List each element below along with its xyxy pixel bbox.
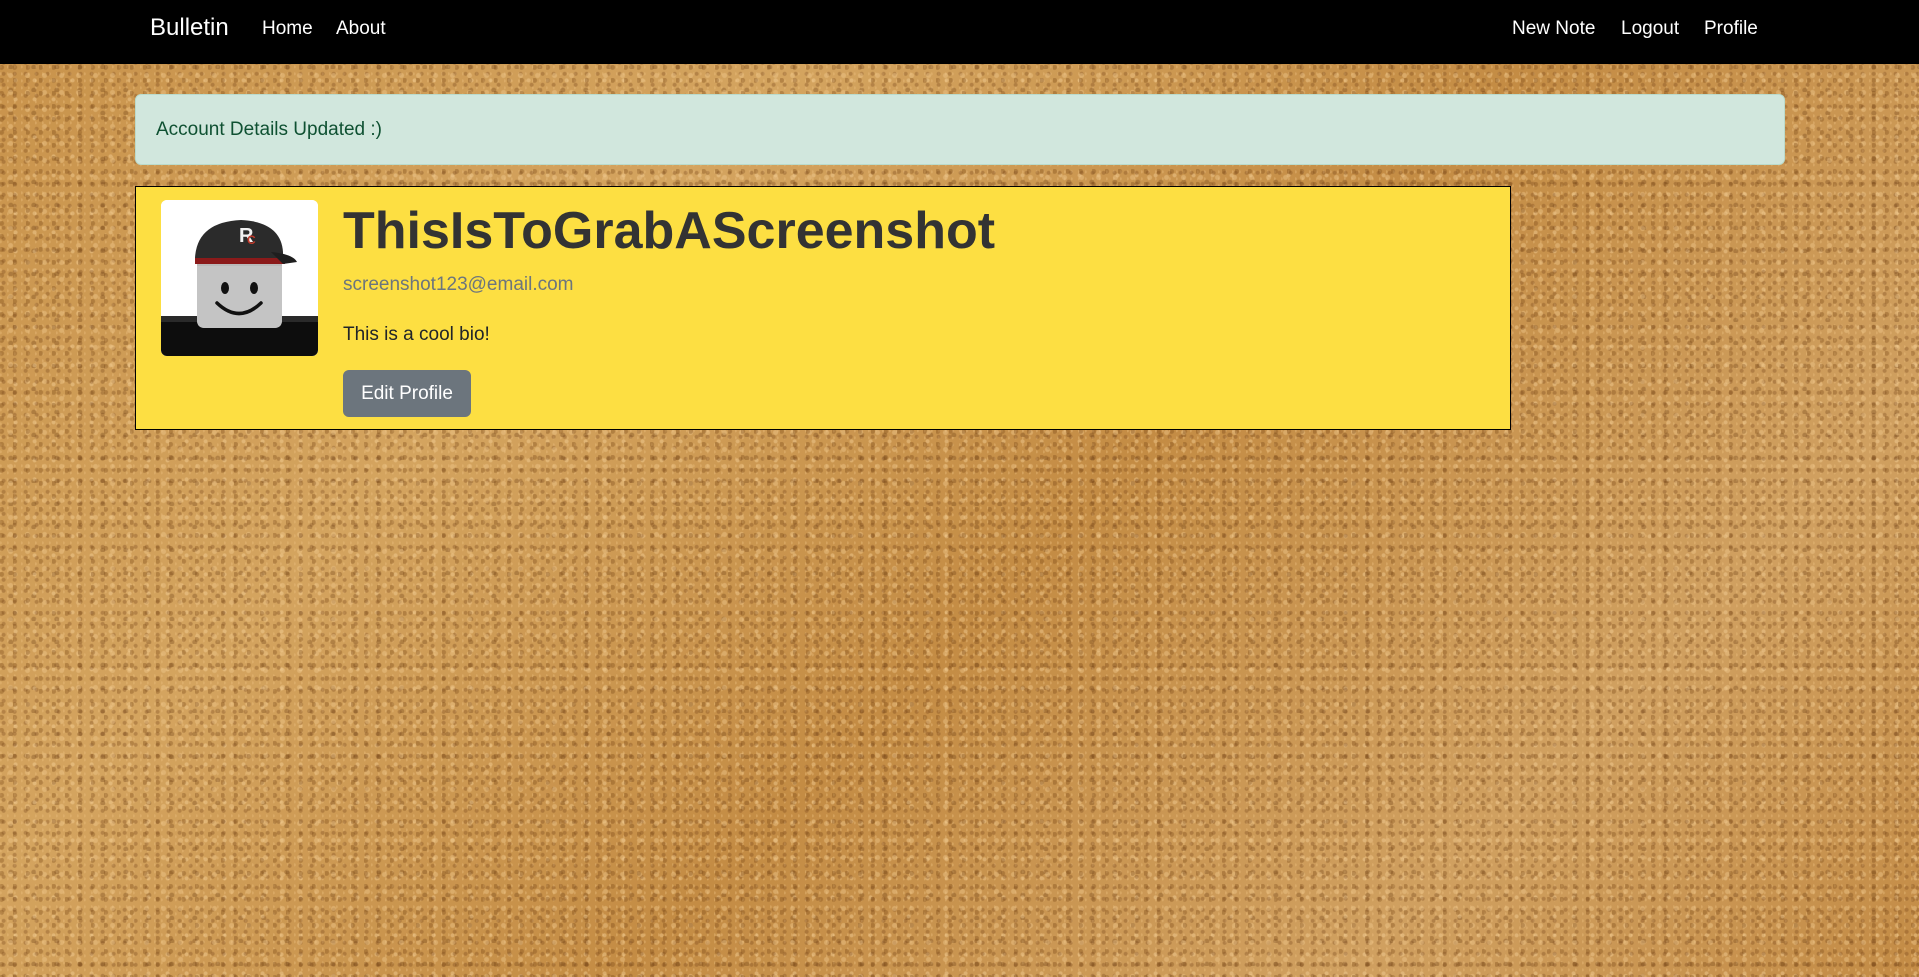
alert-message: Account Details Updated :) — [156, 119, 383, 140]
roblox-avatar-icon: R C — [161, 200, 318, 356]
nav-link-home[interactable]: Home — [262, 18, 313, 40]
edit-profile-button[interactable]: Edit Profile — [343, 370, 471, 417]
nav-link-new-note[interactable]: New Note — [1512, 18, 1595, 40]
nav-link-about[interactable]: About — [336, 18, 386, 40]
profile-card: R C ThisIsToGrabAScreenshot screenshot12… — [135, 186, 1511, 430]
nav-link-logout[interactable]: Logout — [1621, 18, 1679, 40]
brand-link[interactable]: Bulletin — [150, 14, 229, 42]
profile-username: ThisIsToGrabAScreenshot — [343, 202, 996, 260]
top-navbar: Bulletin Home About New Note Logout Prof… — [0, 0, 1919, 64]
profile-bio: This is a cool bio! — [343, 324, 490, 345]
success-alert: Account Details Updated :) — [135, 94, 1785, 165]
nav-link-profile[interactable]: Profile — [1704, 18, 1758, 40]
svg-text:C: C — [247, 233, 256, 247]
profile-email: screenshot123@email.com — [343, 274, 574, 295]
